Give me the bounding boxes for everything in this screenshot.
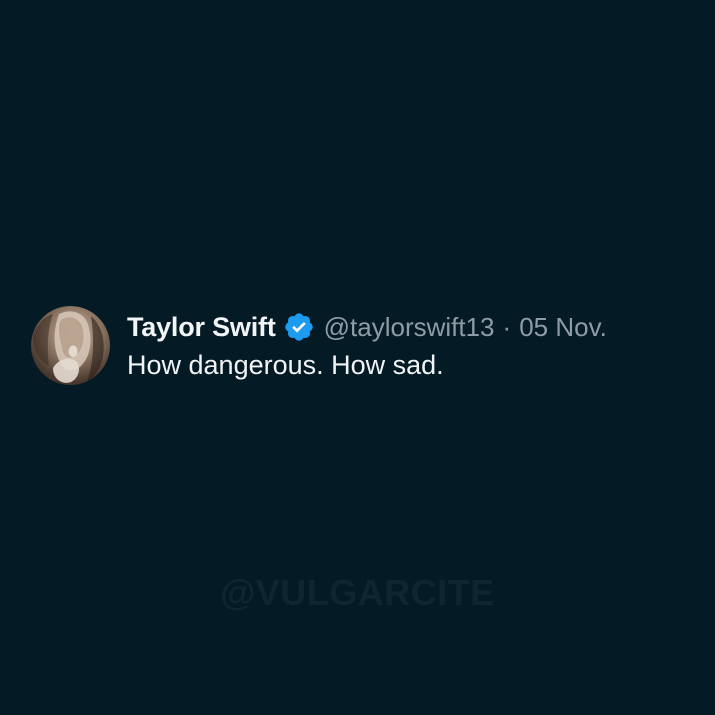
verified-badge-icon	[284, 313, 313, 341]
tweet-date[interactable]: 05 Nov.	[519, 312, 607, 343]
watermark: @VULGARCITE	[220, 572, 495, 613]
meta-separator: ·	[502, 311, 512, 342]
author-handle[interactable]: @taylorswift13	[324, 312, 495, 343]
author-name[interactable]: Taylor Swift	[127, 312, 276, 343]
tweet-content: Taylor Swift @taylorswift13 · 05 Nov. Ho…	[127, 306, 607, 381]
avatar[interactable]	[31, 306, 110, 385]
avatar-portrait-image	[33, 311, 104, 383]
tweet-text: How dangerous. How sad.	[127, 350, 444, 380]
tweet: Taylor Swift @taylorswift13 · 05 Nov. Ho…	[31, 306, 701, 385]
tweet-header: Taylor Swift @taylorswift13 · 05 Nov.	[127, 309, 607, 345]
